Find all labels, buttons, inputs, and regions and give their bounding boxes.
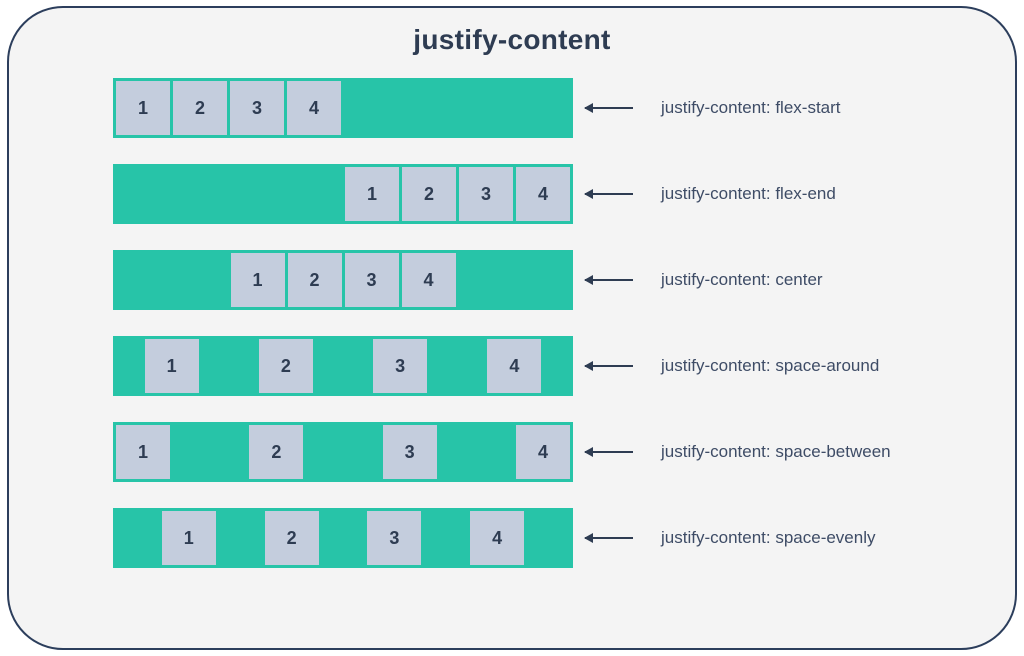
example-label: justify-content: space-evenly bbox=[661, 528, 876, 548]
flex-item: 4 bbox=[516, 425, 570, 479]
arrow-left-icon bbox=[585, 107, 633, 109]
flex-item: 2 bbox=[173, 81, 227, 135]
flex-item: 1 bbox=[345, 167, 399, 221]
flex-item: 4 bbox=[487, 339, 541, 393]
flex-item: 2 bbox=[402, 167, 456, 221]
flex-item: 4 bbox=[516, 167, 570, 221]
flex-item: 4 bbox=[470, 511, 524, 565]
arrow-left-icon bbox=[585, 451, 633, 453]
page-title: justify-content bbox=[49, 24, 975, 56]
flex-item: 3 bbox=[230, 81, 284, 135]
flex-item: 3 bbox=[345, 253, 399, 307]
example-label: justify-content: space-around bbox=[661, 356, 879, 376]
arrow-left-icon bbox=[585, 537, 633, 539]
example-label: justify-content: center bbox=[661, 270, 823, 290]
flex-item: 1 bbox=[116, 81, 170, 135]
flex-item: 3 bbox=[383, 425, 437, 479]
example-row-space-between: 1 2 3 4 justify-content: space-between bbox=[113, 422, 975, 482]
arrow-left-icon bbox=[585, 193, 633, 195]
example-row-center: 1 2 3 4 justify-content: center bbox=[113, 250, 975, 310]
example-row-flex-start: 1 2 3 4 justify-content: flex-start bbox=[113, 78, 975, 138]
arrow-left-icon bbox=[585, 279, 633, 281]
flex-container-flex-start: 1 2 3 4 bbox=[113, 78, 573, 138]
flex-container-flex-end: 1 2 3 4 bbox=[113, 164, 573, 224]
flex-container-space-around: 1 2 3 4 bbox=[113, 336, 573, 396]
flex-item: 3 bbox=[367, 511, 421, 565]
flex-item: 1 bbox=[231, 253, 285, 307]
example-label: justify-content: space-between bbox=[661, 442, 891, 462]
arrow-left-icon bbox=[585, 365, 633, 367]
flex-item: 2 bbox=[249, 425, 303, 479]
example-row-flex-end: 1 2 3 4 justify-content: flex-end bbox=[113, 164, 975, 224]
flex-item: 3 bbox=[459, 167, 513, 221]
flex-item: 2 bbox=[265, 511, 319, 565]
flex-item: 4 bbox=[287, 81, 341, 135]
flex-item: 1 bbox=[145, 339, 199, 393]
example-label: justify-content: flex-start bbox=[661, 98, 841, 118]
rows-container: 1 2 3 4 justify-content: flex-start 1 2 … bbox=[49, 78, 975, 568]
example-label: justify-content: flex-end bbox=[661, 184, 836, 204]
flex-item: 2 bbox=[259, 339, 313, 393]
flex-item: 1 bbox=[162, 511, 216, 565]
flex-item: 1 bbox=[116, 425, 170, 479]
flex-item: 3 bbox=[373, 339, 427, 393]
flex-item: 4 bbox=[402, 253, 456, 307]
example-row-space-evenly: 1 2 3 4 justify-content: space-evenly bbox=[113, 508, 975, 568]
flex-container-center: 1 2 3 4 bbox=[113, 250, 573, 310]
flex-container-space-between: 1 2 3 4 bbox=[113, 422, 573, 482]
flex-item: 2 bbox=[288, 253, 342, 307]
flex-container-space-evenly: 1 2 3 4 bbox=[113, 508, 573, 568]
diagram-card: justify-content 1 2 3 4 justify-content:… bbox=[7, 6, 1017, 650]
example-row-space-around: 1 2 3 4 justify-content: space-around bbox=[113, 336, 975, 396]
